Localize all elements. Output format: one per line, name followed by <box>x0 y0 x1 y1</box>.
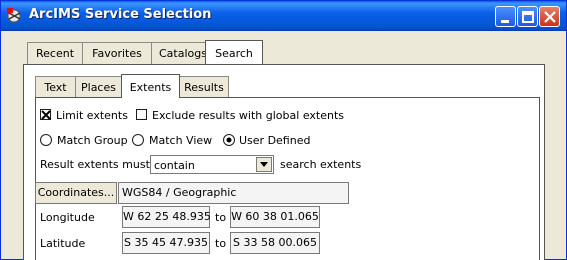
close-icon <box>544 11 556 23</box>
result-extents-mode-value: contain <box>154 159 195 172</box>
tab-places[interactable]: Places <box>75 76 122 98</box>
tab-search[interactable]: Search <box>205 40 263 64</box>
match-group-radio[interactable] <box>40 134 52 146</box>
minimize-button[interactable] <box>495 6 516 27</box>
match-view-radio[interactable] <box>132 134 144 146</box>
longitude-to-field[interactable]: W 60 38 01.065 <box>230 206 320 228</box>
longitude-to-label: to <box>215 211 227 224</box>
result-extents-prefix-label: Result extents must <box>40 158 150 171</box>
checkmark-icon <box>41 110 51 120</box>
latitude-from-field[interactable]: S 35 45 47.935 <box>122 232 210 254</box>
minimize-icon <box>501 20 509 23</box>
radio-dot-icon <box>226 137 232 143</box>
match-group-label: Match Group <box>57 134 128 147</box>
longitude-from-field[interactable]: W 62 25 48.935 <box>122 206 211 228</box>
latitude-label: Latitude <box>40 237 86 250</box>
result-extents-suffix-label: search extents <box>280 158 362 171</box>
close-button[interactable] <box>539 6 560 27</box>
exclude-global-checkbox[interactable] <box>136 109 147 120</box>
exclude-global-label: Exclude results with global extents <box>152 109 344 122</box>
latitude-to-label: to <box>215 237 227 250</box>
match-view-label: Match View <box>149 134 213 147</box>
arcims-service-selection-window: ArcIMS Service Selection Recent Favorite… <box>0 0 567 260</box>
chevron-down-icon[interactable] <box>256 157 272 172</box>
longitude-label: Longitude <box>40 211 95 224</box>
maximize-button[interactable] <box>517 6 538 27</box>
tab-results[interactable]: Results <box>179 76 229 98</box>
tab-text[interactable]: Text <box>35 76 76 98</box>
tab-recent[interactable]: Recent <box>27 42 83 64</box>
maximize-icon <box>522 11 534 23</box>
user-defined-radio[interactable] <box>223 134 235 146</box>
latitude-to-field[interactable]: S 33 58 00.065 <box>230 232 320 254</box>
tab-extents[interactable]: Extents <box>121 74 180 98</box>
limit-extents-label: Limit extents <box>56 109 128 122</box>
tab-favorites[interactable]: Favorites <box>82 42 152 64</box>
user-defined-label: User Defined <box>239 134 311 147</box>
limit-extents-checkbox[interactable] <box>40 109 51 120</box>
coordinates-button[interactable]: Coordinates... <box>35 182 117 204</box>
arcims-globe-icon <box>7 8 25 24</box>
result-extents-mode-select[interactable]: contain <box>150 155 274 174</box>
title-bar[interactable]: ArcIMS Service Selection <box>1 1 566 31</box>
coordinate-system-field: WGS84 / Geographic <box>118 182 349 204</box>
window-title: ArcIMS Service Selection <box>29 7 212 22</box>
